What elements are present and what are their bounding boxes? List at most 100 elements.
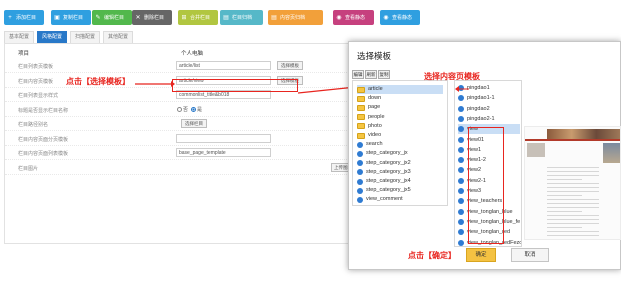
toolbar-button-5[interactable]: ⊞ 合并栏目: [178, 10, 218, 25]
annotation-select-content-template: 选择内容页模板: [424, 72, 480, 81]
preview-banner: [547, 129, 620, 139]
file-icon: [357, 169, 363, 176]
toolbar-button-3[interactable]: ✎ 编辑栏目: [92, 10, 132, 25]
folder-item[interactable]: down: [357, 94, 381, 103]
preview-text-line: [547, 183, 599, 184]
preview-text-line: [547, 223, 599, 224]
file-icon: [458, 157, 464, 164]
preview-text-line: [547, 179, 582, 180]
dialog-title: 选择模板: [357, 51, 392, 61]
folder-icon: [357, 95, 365, 102]
cancel-button[interactable]: 取消: [511, 248, 549, 262]
file-icon: [458, 208, 464, 215]
file-icon: [458, 136, 464, 143]
preview-text-line: [547, 175, 599, 176]
folder-item[interactable]: page: [357, 103, 380, 112]
folder-item[interactable]: step_category_jx3: [357, 168, 411, 177]
toolbar-button-icon: ▣: [54, 14, 60, 21]
form-row-button[interactable]: 选择栏目: [181, 119, 207, 128]
toolbar-button-icon: ⊞: [181, 14, 187, 21]
toolbar-button-label: 栏目归档: [232, 15, 253, 21]
template-preview: [524, 126, 621, 240]
template-file-item[interactable]: pingdao2: [458, 104, 490, 114]
tab-4[interactable]: 其他配置: [103, 31, 134, 43]
folder-item[interactable]: step_category_jx: [357, 149, 408, 158]
dialog-edit-button[interactable]: 编辑: [352, 70, 364, 79]
file-icon: [357, 160, 363, 167]
form-row-input[interactable]: base_page_template: [176, 148, 271, 157]
tab-2[interactable]: 风格配置: [37, 31, 68, 43]
folder-item[interactable]: search: [357, 140, 383, 149]
preview-text-line: [547, 211, 582, 212]
dialog-copy-button[interactable]: 复制: [378, 70, 390, 79]
toolbar-button-label: 复制栏目: [63, 15, 84, 21]
form-row-label: 标题是否显示栏目名称: [18, 107, 69, 114]
toolbar-button-label: 查看静态: [392, 15, 413, 21]
folder-item[interactable]: article: [357, 85, 443, 94]
template-file-item[interactable]: pingdao1-1: [458, 93, 495, 103]
toolbar-button-6[interactable]: ▤ 栏目归档: [220, 10, 263, 25]
folder-item[interactable]: step_category_jx5: [357, 186, 411, 195]
toolbar-button-7[interactable]: ▤ 内容页归档: [268, 10, 323, 25]
folder-tree: article down page people photo video search ste…: [352, 80, 448, 206]
radio-option-label: 是: [197, 106, 203, 113]
folder-item[interactable]: step_category_jx2: [357, 159, 411, 168]
folder-item[interactable]: step_category_jx4: [357, 177, 411, 186]
toolbar-button-9[interactable]: ◉ 查看静态: [380, 10, 420, 25]
toolbar-button-icon: ✕: [135, 14, 141, 21]
toolbar-button-icon: ✎: [95, 14, 101, 21]
folder-item-label: down: [368, 95, 382, 102]
file-icon: [458, 198, 464, 205]
preview-nav-bar: [525, 139, 620, 141]
toolbar-button-label: 编辑栏目: [104, 15, 125, 21]
toolbar-button-4[interactable]: ✕ 删除栏目: [132, 10, 172, 25]
dialog-refresh-button[interactable]: 刷新: [365, 70, 377, 79]
toolbar-button-icon: ◉: [383, 14, 389, 21]
arrow-to-field: [135, 81, 175, 87]
folder-icon: [357, 114, 365, 121]
folder-item-label: step_category_jx4: [366, 178, 411, 184]
confirm-button[interactable]: 确定: [466, 248, 496, 262]
file-icon: [458, 95, 464, 102]
form-row-label: 栏目内容页面列表模板: [18, 151, 69, 157]
preview-text-line: [547, 167, 599, 168]
tab-3[interactable]: 扫描配置: [70, 31, 101, 43]
file-icon: [458, 218, 464, 225]
folder-icon: [357, 86, 365, 93]
file-icon: [357, 187, 363, 194]
folder-item-label: article: [368, 86, 383, 92]
form-row-label: 栏目列表页模板: [18, 64, 54, 70]
template-file-label: pingdao2: [467, 105, 490, 112]
radio-option-label: 否: [183, 106, 189, 113]
preview-text-line: [547, 235, 599, 236]
file-icon: [458, 126, 464, 133]
folder-item[interactable]: photo: [357, 122, 382, 131]
folder-icon: [357, 132, 365, 139]
folder-item-label: step_category_jx3: [366, 168, 411, 175]
toolbar-button-label: 查看静态: [345, 15, 366, 21]
file-icon: [458, 115, 464, 122]
form-row-button[interactable]: 选择模板: [277, 61, 303, 70]
toolbar-button-icon: ▤: [271, 14, 277, 21]
folder-item[interactable]: people: [357, 113, 385, 122]
radio-option[interactable]: [177, 106, 182, 112]
folder-item[interactable]: view_comment: [357, 195, 403, 204]
column-header-personal: 个人电脑: [181, 51, 204, 57]
toolbar-button-2[interactable]: ▣ 复制栏目: [51, 10, 91, 25]
toolbar-button-8[interactable]: ◉ 查看静态: [333, 10, 374, 25]
preview-side-image: [603, 143, 620, 163]
preview-text-line: [547, 187, 599, 188]
template-file-item[interactable]: pingdao2-1: [458, 114, 495, 124]
preview-text-line: [547, 227, 582, 228]
toolbar-button-1[interactable]: + 添加栏目: [4, 10, 44, 25]
form-row-input[interactable]: article/list: [176, 61, 271, 70]
form-row-label: 栏目列表显示样式: [18, 93, 59, 99]
column-header-item: 项目: [18, 51, 30, 57]
form-row-input[interactable]: [176, 133, 271, 143]
tab-1[interactable]: 基本配置: [4, 31, 35, 43]
toolbar-button-icon: +: [8, 14, 12, 21]
template-file-label: pingdao2-1: [467, 115, 495, 122]
folder-item[interactable]: video: [357, 131, 381, 140]
folder-item-label: view_comment: [366, 196, 403, 203]
radio-option[interactable]: [191, 106, 196, 112]
